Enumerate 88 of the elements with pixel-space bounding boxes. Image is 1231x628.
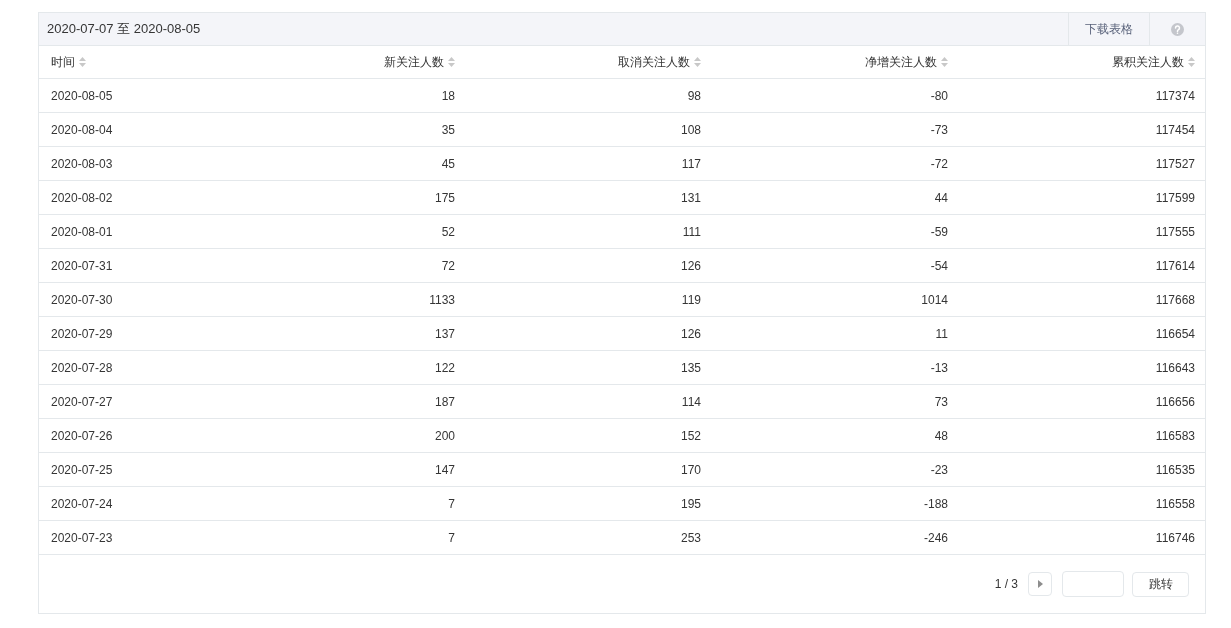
table-cell: 2020-07-24 [51, 496, 113, 511]
table-cell: 116558 [1155, 496, 1195, 511]
table-cell: 108 [680, 122, 701, 137]
table-cell: 11 [935, 326, 948, 341]
caret-right-icon [1037, 580, 1043, 588]
table-cell: 116583 [1155, 428, 1195, 443]
table-cell: 2020-08-01 [51, 224, 113, 239]
table-cell: 195 [680, 496, 701, 511]
table-cell: -80 [930, 88, 948, 103]
table-cell: -59 [930, 224, 948, 239]
table-cell: -72 [930, 156, 948, 171]
table-cell: 126 [680, 326, 701, 341]
table-cell: 73 [934, 394, 948, 409]
table-cell: 152 [680, 428, 701, 443]
table-cell: 2020-07-30 [51, 292, 113, 307]
table-cell: 137 [434, 326, 455, 341]
table-cell: 111 [682, 224, 701, 239]
table-cell: 2020-08-04 [51, 122, 113, 137]
table-cell: 117614 [1155, 258, 1195, 273]
download-button[interactable]: 下载表格 [1068, 13, 1149, 45]
table-cell: 116535 [1155, 462, 1195, 477]
table-cell: 175 [434, 190, 455, 205]
table-cell: -54 [930, 258, 948, 273]
table-cell: -188 [923, 496, 948, 511]
table-cell: 2020-08-05 [51, 88, 113, 103]
table-cell: 117599 [1155, 190, 1195, 205]
table-cell: 116656 [1155, 394, 1195, 409]
table-cell: 48 [934, 428, 948, 443]
table-cell: 2020-07-31 [51, 258, 113, 273]
table-cell: 119 [681, 292, 701, 307]
table-cell: 135 [680, 360, 701, 375]
table-cell: 2020-07-25 [51, 462, 113, 477]
table-cell: 116643 [1155, 360, 1195, 375]
table-cell: 170 [680, 462, 701, 477]
table-cell: 1014 [921, 292, 948, 307]
table-cell: 116746 [1155, 530, 1195, 545]
table-cell: 45 [441, 156, 455, 171]
table-cell: 2020-07-23 [51, 530, 113, 545]
table-cell: 2020-07-26 [51, 428, 113, 443]
table-cell: 117555 [1155, 224, 1195, 239]
table-cell: 187 [434, 394, 455, 409]
sort-icon[interactable] [79, 57, 86, 67]
table-cell: -23 [930, 462, 948, 477]
table-cell: 117527 [1155, 156, 1195, 171]
table-cell: 98 [687, 88, 701, 103]
table-cell: 122 [434, 360, 455, 375]
table-cell: 7 [448, 496, 455, 511]
table-cell: 18 [441, 88, 455, 103]
date-range: 2020-07-07 至 2020-08-05 [46, 20, 202, 39]
next-page-button[interactable] [1028, 572, 1052, 596]
table-cell: -246 [923, 530, 948, 545]
table-cell: 7 [448, 530, 455, 545]
table-cell: 117374 [1155, 88, 1195, 103]
table-cell: 2020-08-03 [51, 156, 113, 171]
table-cell: 117454 [1155, 122, 1195, 137]
table-cell: 52 [441, 224, 455, 239]
table-cell: 117668 [1155, 292, 1195, 307]
table-cell: 2020-08-02 [51, 190, 113, 205]
sort-icon[interactable] [448, 57, 455, 67]
table-cell: -13 [930, 360, 948, 375]
table-cell: 200 [434, 428, 455, 443]
table-cell: 116654 [1155, 326, 1195, 341]
table-cell: 2020-07-28 [51, 360, 113, 375]
table-cell: 117 [681, 156, 701, 171]
table-cell: 35 [441, 122, 455, 137]
table-cell: 147 [434, 462, 455, 477]
page-indicator: 1 / 3 [994, 576, 1018, 593]
column-header: 累积关注人数 [1112, 54, 1184, 71]
table-cell: 114 [681, 394, 701, 409]
column-header: 新关注人数 [384, 54, 444, 71]
table-cell: 44 [934, 190, 948, 205]
sort-icon[interactable] [1188, 57, 1195, 67]
column-header: 净增关注人数 [865, 54, 937, 71]
sort-icon[interactable] [694, 57, 701, 67]
table-cell: 126 [680, 258, 701, 273]
help-icon[interactable] [1171, 22, 1184, 36]
sort-icon[interactable] [941, 57, 948, 67]
jump-button[interactable]: 跳转 [1132, 571, 1189, 597]
page-input[interactable] [1062, 571, 1124, 597]
column-header: 时间 [51, 54, 75, 71]
table-cell: 1133 [429, 292, 455, 307]
table-cell: 253 [680, 530, 701, 545]
table-cell: 2020-07-29 [51, 326, 113, 341]
table-cell: -73 [930, 122, 948, 137]
column-header: 取消关注人数 [618, 54, 690, 71]
table-cell: 72 [441, 258, 455, 273]
table-cell: 2020-07-27 [51, 394, 113, 409]
table-cell: 131 [680, 190, 701, 205]
